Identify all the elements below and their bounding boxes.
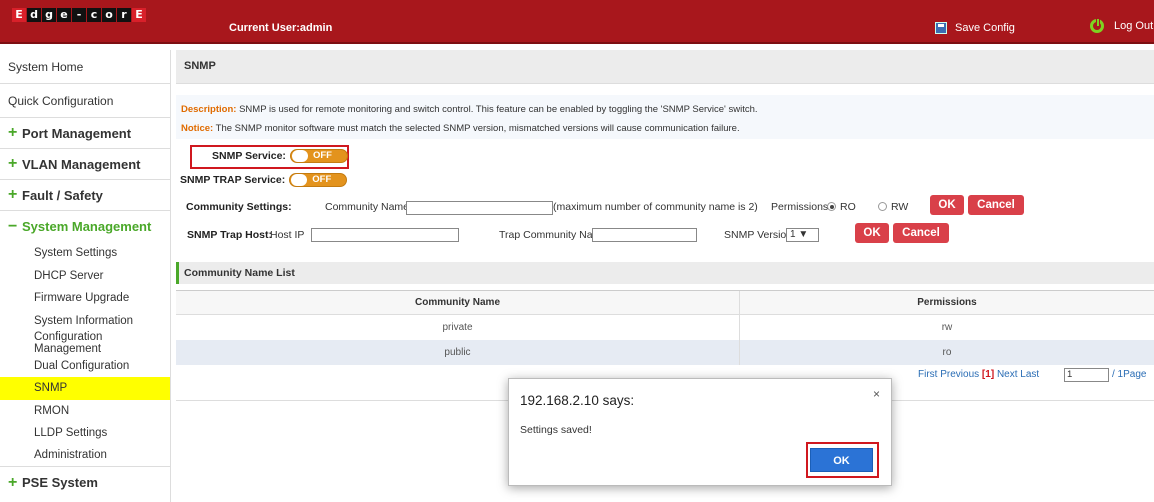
- sidebar-item-lldp-settings[interactable]: LLDP Settings: [0, 422, 170, 445]
- pagination-links: First Previous [1] Next Last: [918, 369, 1039, 380]
- snmp-trap-service-row: SNMP TRAP Service: OFF: [180, 173, 348, 187]
- main-content: SNMP Description: SNMP is used for remot…: [176, 50, 1154, 401]
- save-config-label: Save Config: [955, 22, 1015, 34]
- floppy-disk-icon: [935, 22, 947, 34]
- save-config-button[interactable]: Save Config: [935, 22, 1015, 34]
- description-box: Description: SNMP is used for remote mon…: [176, 95, 1154, 139]
- community-name-list-header: Community Name List: [176, 262, 1154, 284]
- host-ip-input[interactable]: [311, 228, 459, 242]
- snmp-service-toggle[interactable]: OFF: [289, 149, 348, 163]
- dialog-ok-button[interactable]: OK: [810, 448, 873, 472]
- host-ip-label: Host IP: [270, 229, 305, 241]
- sidebar-item-system-information[interactable]: System Information: [0, 310, 170, 333]
- sidebar-item-configuration-management[interactable]: Configuration Management: [0, 331, 170, 355]
- permission-ro-label: RO: [840, 201, 856, 213]
- previous-page-link[interactable]: Previous: [940, 369, 979, 380]
- community-settings-label: Community Settings:: [186, 201, 292, 213]
- cell-community-name: public: [176, 340, 740, 365]
- close-icon[interactable]: ×: [873, 387, 880, 401]
- trap-host-cancel-button[interactable]: Cancel: [893, 223, 949, 243]
- snmp-service-label: SNMP Service:: [212, 150, 286, 162]
- table-row[interactable]: private rw: [176, 315, 1154, 340]
- minus-icon: −: [8, 217, 18, 235]
- notice-text: Notice: The SNMP monitor software must m…: [181, 123, 740, 134]
- page-total: / 1Page: [1112, 369, 1147, 380]
- toggle-knob: [291, 174, 308, 186]
- community-name-input[interactable]: [406, 201, 553, 215]
- table-row[interactable]: public ro: [176, 340, 1154, 365]
- plus-icon: +: [8, 473, 18, 491]
- cell-community-name: private: [176, 315, 740, 340]
- snmp-trap-service-label: SNMP TRAP Service:: [180, 174, 286, 186]
- table-header-row: Community Name Permissions: [176, 290, 1154, 315]
- permission-rw-label: RW: [891, 201, 909, 213]
- cell-permission: ro: [942, 347, 952, 358]
- plus-icon: +: [8, 186, 18, 203]
- sidebar-item-dual-configuration[interactable]: Dual Configuration: [0, 355, 170, 378]
- sidebar-group-port-management[interactable]: + Port Management: [0, 118, 170, 149]
- permission-ro-radio[interactable]: [827, 202, 836, 211]
- plus-icon: +: [8, 124, 18, 141]
- toggle-knob: [291, 150, 308, 162]
- logout-button[interactable]: Log Out: [1090, 18, 1154, 33]
- sidebar: System Home Quick Configuration + Port Ma…: [0, 50, 171, 502]
- current-user-label: Current User:admin: [229, 22, 333, 34]
- sidebar-item-system-settings[interactable]: System Settings: [0, 242, 170, 265]
- sidebar-item-snmp[interactable]: SNMP: [0, 377, 170, 400]
- top-bar: Edge-corE Current User:admin Save Config…: [0, 0, 1154, 44]
- sidebar-item-quick-configuration[interactable]: Quick Configuration: [0, 84, 170, 118]
- description-text: Description: SNMP is used for remote mon…: [181, 104, 758, 115]
- community-name-label: Community Name: [325, 201, 410, 213]
- sidebar-group-fault-safety[interactable]: + Fault / Safety: [0, 180, 170, 211]
- snmp-trap-host-label: SNMP Trap Host:: [187, 229, 272, 241]
- cell-permission: rw: [941, 322, 953, 333]
- last-page-link[interactable]: Last: [1020, 369, 1039, 380]
- sidebar-item-firmware-upgrade[interactable]: Firmware Upgrade: [0, 287, 170, 310]
- permission-rw-radio[interactable]: [878, 202, 887, 211]
- power-icon: [1090, 18, 1104, 33]
- plus-icon: +: [8, 155, 18, 172]
- dialog-message: Settings saved!: [520, 424, 592, 436]
- community-name-hint: (maximum number of community name is 2): [553, 201, 758, 213]
- snmp-trap-service-toggle[interactable]: OFF: [289, 173, 348, 187]
- logout-label: Log Out: [1114, 20, 1154, 32]
- column-header-community-name: Community Name: [176, 291, 740, 314]
- permissions-label: Permissions: [771, 201, 829, 213]
- snmp-version-label: SNMP Version: [724, 229, 793, 241]
- sidebar-item-dhcp-server[interactable]: DHCP Server: [0, 265, 170, 288]
- trap-community-name-label: Trap Community Name: [499, 229, 608, 241]
- edgecore-logo: Edge-corE: [12, 8, 146, 22]
- sidebar-group-vlan-management[interactable]: + VLAN Management: [0, 149, 170, 180]
- dialog-title: 192.168.2.10 says:: [520, 393, 635, 408]
- sidebar-item-administration[interactable]: Administration: [0, 445, 170, 467]
- page-title: SNMP: [176, 50, 1154, 84]
- sidebar-group-system-management[interactable]: − System Management: [0, 211, 170, 242]
- community-table: Community Name Permissions private rw pu…: [176, 290, 1154, 365]
- sidebar-item-system-home[interactable]: System Home: [0, 50, 170, 84]
- current-page-indicator: [1]: [981, 369, 995, 380]
- trap-host-ok-button[interactable]: OK: [855, 223, 889, 243]
- next-page-link[interactable]: Next: [997, 369, 1018, 380]
- alert-dialog: 192.168.2.10 says: × Settings saved! OK: [508, 378, 892, 486]
- sidebar-item-rmon[interactable]: RMON: [0, 400, 170, 423]
- community-ok-button[interactable]: OK: [930, 195, 964, 215]
- page-number-input[interactable]: 1: [1064, 368, 1109, 382]
- first-page-link[interactable]: First: [918, 369, 937, 380]
- sidebar-group-pse-system[interactable]: + PSE System: [0, 467, 170, 498]
- trap-community-name-input[interactable]: [592, 228, 697, 242]
- snmp-version-select[interactable]: 1 ▼: [786, 228, 819, 242]
- column-header-permissions: Permissions: [917, 297, 977, 308]
- snmp-service-row: SNMP Service: OFF: [212, 149, 348, 163]
- community-cancel-button[interactable]: Cancel: [968, 195, 1024, 215]
